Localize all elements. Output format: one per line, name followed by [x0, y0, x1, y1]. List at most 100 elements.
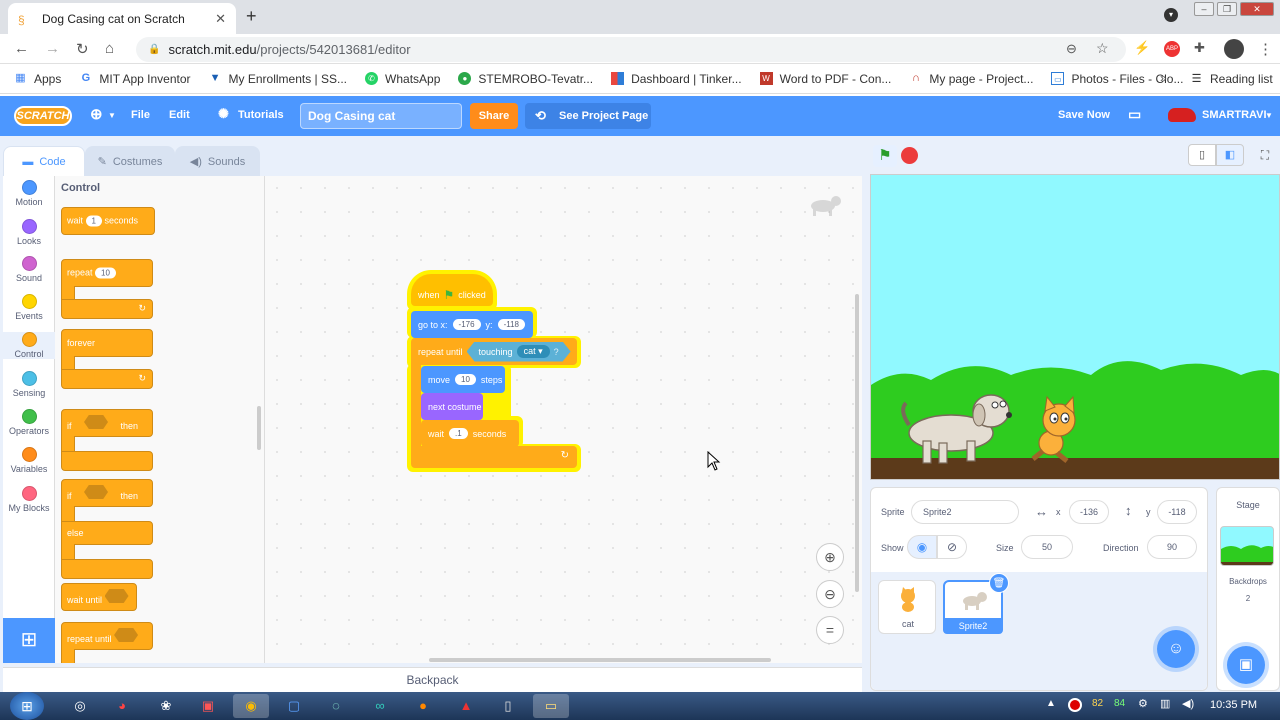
move-steps-block[interactable]: move 10 steps	[421, 366, 505, 393]
see-project-page-button[interactable]: ⟲ See Project Page	[525, 103, 651, 129]
taskbar-app-icon[interactable]: ∞	[362, 694, 398, 718]
browser-tab[interactable]: § Dog Casing cat on Scratch ✕	[8, 3, 236, 34]
user-avatar[interactable]	[1168, 108, 1196, 122]
add-backdrop-button[interactable]: ▣	[1227, 646, 1265, 684]
backpack[interactable]: Backpack	[3, 667, 862, 692]
browser-menu-icon[interactable]: ⋮	[1258, 40, 1273, 58]
next-costume-block[interactable]: next costume	[421, 393, 483, 420]
taskbar-app-icon[interactable]: ◌	[318, 694, 354, 718]
taskbar-app-icon[interactable]: ▢	[276, 694, 312, 718]
language-globe-icon[interactable]: ⊕	[90, 105, 103, 123]
category-sensing[interactable]: Sensing	[3, 371, 55, 398]
bookmark-enrollments[interactable]: ▼ My Enrollments | SS...	[209, 72, 347, 86]
start-button-icon[interactable]: ⊞	[10, 692, 44, 720]
wait-seconds-input[interactable]: .1	[449, 428, 468, 439]
bookmark-word-to-pdf[interactable]: W Word to PDF - Con...	[759, 72, 891, 86]
minimize-icon[interactable]: –	[1194, 2, 1214, 16]
category-operators[interactable]: Operators	[3, 409, 55, 436]
normal-stage-icon[interactable]: ◧	[1216, 144, 1244, 166]
category-control[interactable]: Control	[3, 332, 55, 359]
small-stage-icon[interactable]: ▯	[1188, 144, 1216, 166]
category-sound[interactable]: Sound	[3, 256, 55, 283]
direction-input[interactable]: 90	[1147, 535, 1197, 559]
tray-expand-icon[interactable]: ▲	[1046, 698, 1056, 709]
account-chevron-icon[interactable]: ▼	[1265, 111, 1273, 120]
go-to-x-input[interactable]: -176	[452, 319, 481, 330]
reading-list[interactable]: ☰ Reading list	[1190, 72, 1273, 86]
add-sprite-button[interactable]: ☺	[1157, 630, 1195, 668]
close-tab-icon[interactable]: ✕	[215, 11, 226, 27]
taskbar-firefox-icon[interactable]: ●	[405, 694, 441, 718]
condition-slot[interactable]	[114, 628, 139, 642]
my-stuff-folder-icon[interactable]: ▭	[1128, 106, 1141, 123]
wait-input[interactable]: 1	[85, 215, 102, 227]
go-to-y-input[interactable]: -118	[497, 319, 525, 330]
taskbar-chrome-icon[interactable]: ◉	[233, 694, 269, 718]
condition-slot[interactable]	[104, 589, 129, 603]
tray-record-icon[interactable]	[1068, 698, 1082, 712]
x-position-input[interactable]: -136	[1069, 500, 1109, 524]
sprite-tile-cat[interactable]: cat	[878, 580, 936, 634]
scratch-logo[interactable]: SCRATCH	[14, 106, 72, 126]
palette-if-block[interactable]: if then	[61, 409, 153, 437]
bookmark-star-icon[interactable]: ☆	[1096, 40, 1109, 57]
save-now-button[interactable]: Save Now	[1058, 109, 1110, 121]
edit-menu[interactable]: Edit	[169, 109, 190, 121]
category-motion[interactable]: Motion	[3, 180, 55, 207]
tray-volume-icon[interactable]: ◀)	[1182, 697, 1194, 710]
wait-seconds-block[interactable]: wait .1 seconds	[421, 420, 519, 447]
add-extension-button[interactable]: ⊞	[3, 618, 55, 663]
palette-wait-until-block[interactable]: wait until	[61, 583, 137, 611]
go-to-xy-block[interactable]: go to x: -176 y: -118	[411, 311, 533, 338]
category-my-blocks[interactable]: My Blocks	[3, 486, 55, 513]
tab-costumes[interactable]: ✎ Costumes	[85, 146, 175, 176]
zoom-reset-button[interactable]: =	[816, 616, 844, 644]
palette-repeat-until-block[interactable]: repeat until	[61, 622, 153, 650]
tray-network-icon[interactable]: ▥	[1160, 697, 1170, 710]
tray-app-icon[interactable]: ⚙	[1138, 697, 1148, 710]
touching-target-dropdown[interactable]: cat ▾	[517, 345, 550, 358]
new-tab-icon[interactable]: +	[246, 6, 257, 27]
sprite-name-input[interactable]: Sprite2	[911, 500, 1019, 524]
category-looks[interactable]: Looks	[3, 219, 55, 246]
home-icon[interactable]: ⌂	[105, 40, 114, 57]
palette-if-else-block[interactable]: if then	[61, 479, 153, 507]
palette-scrollbar[interactable]	[257, 406, 261, 450]
stop-sign-icon[interactable]	[901, 147, 918, 164]
bookmark-whatsapp[interactable]: ✆ WhatsApp	[365, 72, 440, 86]
tab-search-icon[interactable]: ▾	[1164, 8, 1178, 22]
sprite-tile-sprite2[interactable]: Sprite2 🗑	[943, 573, 1009, 634]
bookmark-stemrobo[interactable]: ● STEMROBO-Tevatr...	[458, 72, 593, 86]
repeat-until-block[interactable]: repeat until touching cat ▾ ?	[411, 338, 577, 365]
tutorials-menu[interactable]: Tutorials	[238, 109, 284, 121]
taskbar-clock[interactable]: 10:35 PM	[1210, 699, 1257, 711]
stage-canvas[interactable]	[870, 174, 1280, 480]
show-visible-button[interactable]: ◉	[907, 535, 937, 559]
zoom-icon[interactable]: ⊖	[1066, 41, 1077, 57]
repeat-input[interactable]: 10	[95, 267, 116, 279]
touching-condition[interactable]: touching cat ▾ ?	[467, 342, 571, 362]
size-input[interactable]: 50	[1021, 535, 1073, 559]
code-workspace[interactable]: when ⚑ clicked go to x: -176 y: -118 rep…	[265, 176, 862, 663]
extension-bolt-icon[interactable]: ⚡	[1134, 40, 1150, 56]
profile-avatar[interactable]	[1224, 39, 1244, 59]
zoom-in-button[interactable]: ⊕	[816, 543, 844, 571]
category-events[interactable]: Events	[3, 294, 55, 321]
taskbar-app-icon[interactable]: ▣	[190, 694, 226, 718]
palette-repeat-block[interactable]: repeat 10	[61, 259, 153, 287]
url-input[interactable]: 🔒 scratch.mit.edu /projects/542013681/ed…	[136, 37, 1126, 62]
show-hidden-button[interactable]: ⊘	[937, 535, 967, 559]
file-menu[interactable]: File	[131, 109, 150, 121]
taskbar-folder-icon[interactable]: ▭	[533, 694, 569, 718]
green-flag-icon[interactable]: ⚑	[873, 145, 897, 167]
palette-forever-block[interactable]: forever	[61, 329, 153, 357]
y-position-input[interactable]: -118	[1157, 500, 1197, 524]
workspace-horizontal-scrollbar[interactable]	[429, 658, 771, 662]
back-icon[interactable]: ←	[14, 40, 29, 57]
taskbar-app-icon[interactable]: ❀	[148, 694, 184, 718]
forward-icon[interactable]: →	[45, 40, 60, 57]
share-button[interactable]: Share	[470, 103, 518, 129]
taskbar-pdf-icon[interactable]: ▲	[448, 694, 484, 718]
palette-wait-block[interactable]: wait 1 seconds	[61, 207, 155, 235]
tab-code[interactable]: ▬ Code	[3, 146, 85, 176]
